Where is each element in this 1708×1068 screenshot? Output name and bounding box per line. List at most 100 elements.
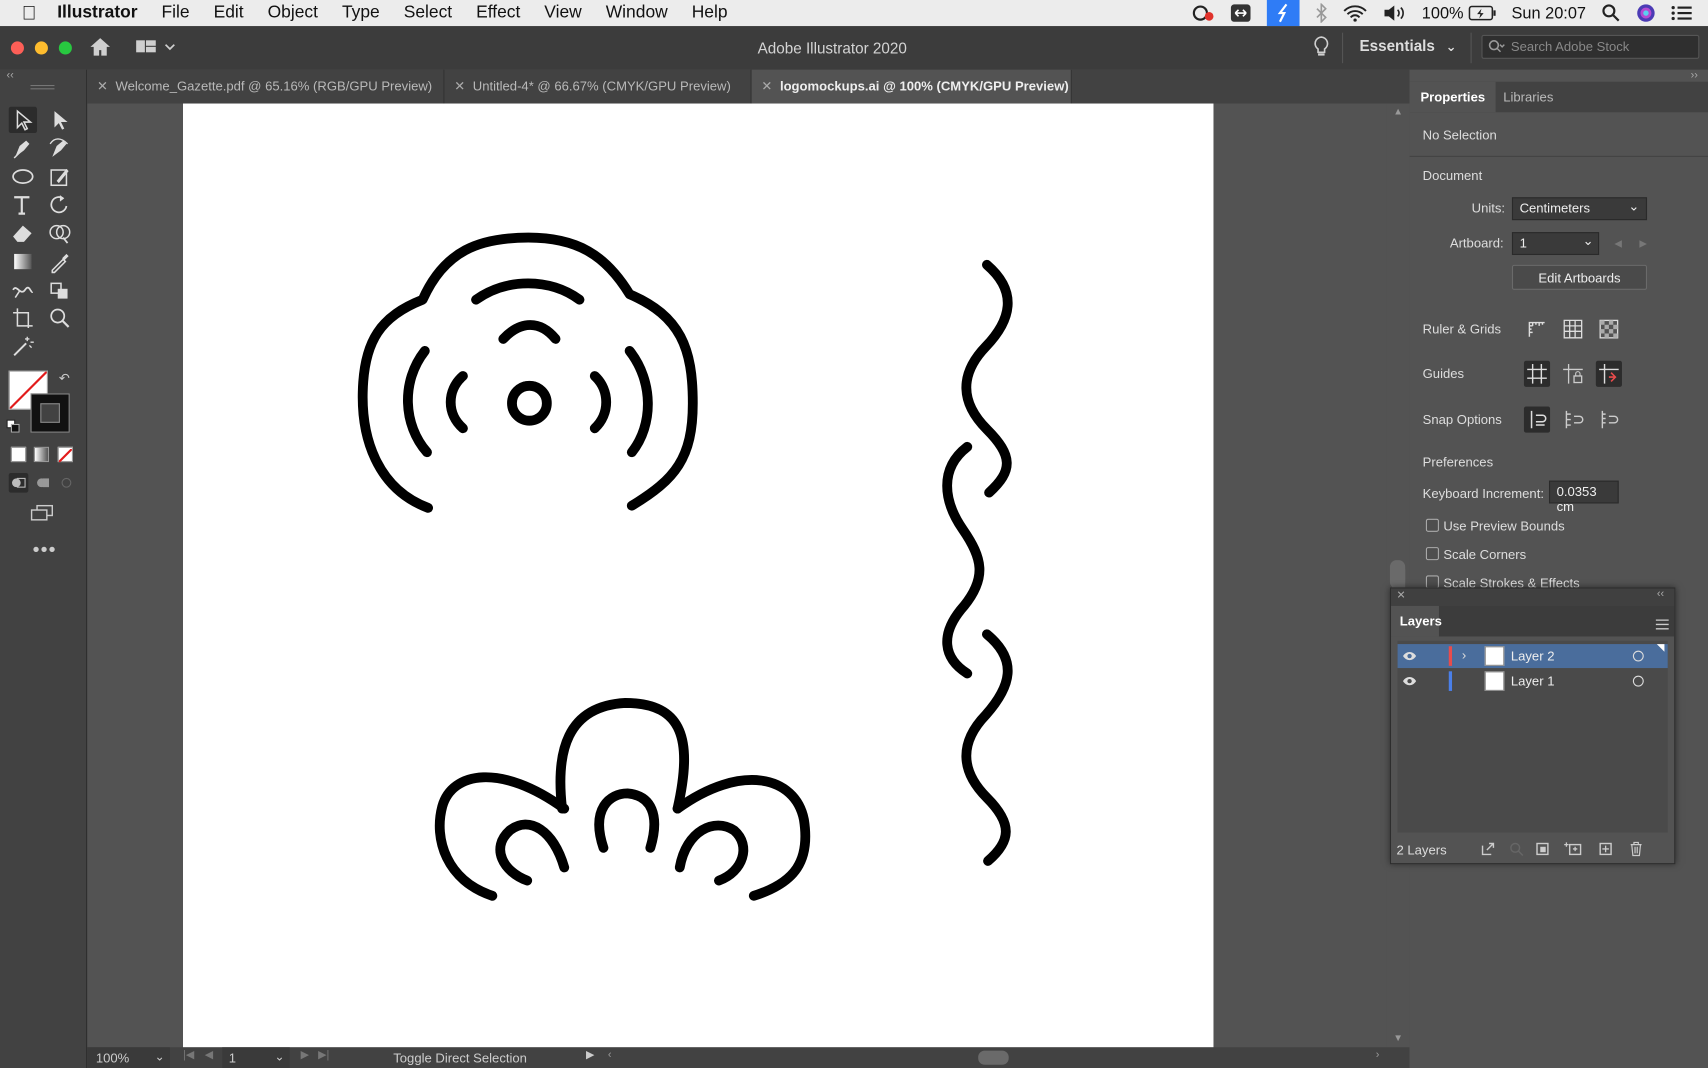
artboard-number-select[interactable]: 1 ⌄ (222, 1047, 290, 1068)
eyedropper-tool-icon[interactable] (46, 248, 74, 274)
close-tab-icon[interactable]: ✕ (454, 78, 465, 93)
edit-artboards-button[interactable]: Edit Artboards (1511, 264, 1648, 290)
previous-artboard-icon[interactable]: ◀ (1614, 238, 1622, 250)
more-tools-icon[interactable]: ••• (33, 538, 57, 561)
artboard-tool-icon[interactable] (9, 305, 37, 331)
menu-help[interactable]: Help (680, 0, 740, 26)
artboard-select[interactable]: 1 ⌄ (1511, 232, 1600, 256)
menu-select[interactable]: Select (392, 0, 464, 26)
menu-object[interactable]: Object (256, 0, 330, 26)
tab-logomockups[interactable]: ✕ logomockups.ai @ 100% (CMYK/GPU Previe… (751, 69, 1072, 104)
layer-name[interactable]: Layer 2 (1511, 648, 1555, 663)
workspace-switcher[interactable]: Essentials ⌄ (1359, 37, 1456, 54)
color-mode-icon[interactable] (10, 446, 27, 463)
horizontal-scroll-thumb[interactable] (978, 1050, 1009, 1065)
close-tab-icon[interactable]: ✕ (97, 78, 108, 93)
keyboard-increment-field[interactable]: 0.0353 cm (1548, 480, 1619, 514)
units-select[interactable]: Centimeters ⌄ (1511, 197, 1648, 221)
panel-menu-icon[interactable] (1655, 616, 1669, 636)
collapse-panel-icon[interactable]: ‹‹ (1657, 588, 1664, 600)
menu-file[interactable]: File (150, 0, 202, 26)
tab-properties[interactable]: Properties (1409, 81, 1497, 113)
scroll-left-icon[interactable]: ‹ (608, 1049, 612, 1061)
layer-row-layer-1[interactable]: Layer 1 (1398, 669, 1668, 693)
zoom-level-select[interactable]: 100% ⌄ (87, 1047, 170, 1068)
use-preview-bounds-checkbox[interactable] (1425, 518, 1439, 532)
bluetooth-icon[interactable] (1315, 3, 1328, 23)
wifi-icon[interactable] (1343, 4, 1367, 22)
close-panel-icon[interactable]: ✕ (1396, 590, 1405, 602)
direct-selection-tool-icon[interactable] (46, 107, 74, 133)
grid-icon[interactable] (1561, 317, 1585, 341)
curvature-tool-icon[interactable] (46, 135, 74, 161)
stroke-swatch[interactable] (30, 393, 70, 433)
shape-builder-tool-icon[interactable] (46, 220, 74, 246)
target-circle-icon[interactable] (1632, 650, 1644, 662)
tab-libraries[interactable]: Libraries (1492, 82, 1564, 113)
lightbulb-icon[interactable] (1313, 36, 1330, 63)
ellipse-tool-icon[interactable] (9, 163, 37, 189)
symbol-sprayer-tool-icon[interactable] (46, 277, 74, 303)
volume-icon[interactable] (1383, 4, 1407, 21)
battery-icon[interactable] (1468, 5, 1496, 21)
draw-behind-icon[interactable] (33, 473, 53, 493)
smart-guides-icon[interactable] (1595, 360, 1622, 387)
toolbar-grip[interactable] (30, 85, 55, 90)
layers-panel-header[interactable]: ✕ ‹‹ (1391, 588, 1675, 606)
warp-tool-icon[interactable] (9, 277, 37, 303)
delete-layer-icon[interactable] (1629, 841, 1644, 860)
snap-to-point-icon[interactable] (1523, 406, 1551, 433)
swap-fill-stroke-icon[interactable]: ↶ (59, 371, 70, 386)
new-sublayer-icon[interactable] (1563, 841, 1583, 860)
flux-icon[interactable] (1267, 0, 1300, 27)
gradient-mode-icon[interactable] (33, 446, 50, 463)
artwork[interactable] (183, 104, 1213, 1048)
scroll-up-icon[interactable]: ▲ (1393, 106, 1403, 117)
selection-tool-icon[interactable] (8, 106, 38, 133)
next-artboard-icon[interactable]: ▶ (1639, 238, 1647, 250)
zoom-tool-icon[interactable] (46, 305, 74, 331)
new-layer-icon[interactable] (1598, 841, 1613, 860)
previous-artboard-icon[interactable]: ◀ (205, 1049, 213, 1061)
collapse-panels-icon[interactable]: ›› (1691, 70, 1698, 82)
siri-icon[interactable] (1636, 3, 1656, 23)
export-icon[interactable] (1480, 841, 1495, 860)
draw-normal-icon[interactable] (8, 472, 29, 493)
eye-icon[interactable] (1402, 675, 1417, 691)
panel-scroll-thumb[interactable] (1389, 560, 1406, 589)
next-artboard-icon[interactable]: ▶ (301, 1049, 309, 1061)
magic-wand-tool-icon[interactable] (9, 333, 37, 359)
lock-guides-icon[interactable] (1561, 362, 1585, 386)
type-tool-icon[interactable] (9, 192, 37, 218)
first-artboard-icon[interactable]: |◀ (183, 1049, 194, 1061)
snap-to-pixel-icon[interactable] (1597, 408, 1621, 432)
scale-corners-checkbox[interactable] (1425, 547, 1439, 561)
spotlight-icon[interactable] (1601, 3, 1621, 23)
menu-app-name[interactable]: Illustrator (48, 0, 149, 26)
rulers-icon[interactable] (1525, 317, 1549, 341)
locate-object-icon[interactable] (1509, 841, 1524, 860)
pen-tool-icon[interactable] (9, 135, 37, 161)
screen-share-icon[interactable] (1230, 3, 1252, 23)
rotate-tool-icon[interactable] (46, 192, 74, 218)
clipping-mask-icon[interactable] (1535, 841, 1550, 860)
none-mode-icon[interactable] (57, 446, 73, 463)
creative-cloud-icon[interactable] (1191, 4, 1215, 21)
notification-center-icon[interactable] (1671, 4, 1693, 21)
expand-layer-icon[interactable]: › (1462, 647, 1466, 662)
menu-type[interactable]: Type (330, 0, 392, 26)
gradient-tool-icon[interactable] (9, 248, 37, 274)
scroll-right-icon[interactable]: › (1376, 1049, 1380, 1061)
collapse-toolbar-icon[interactable]: ‹‹ (7, 70, 14, 82)
clock[interactable]: Sun 20:07 (1512, 4, 1587, 23)
search-adobe-stock-input[interactable]: Search Adobe Stock (1481, 34, 1700, 59)
layer-name[interactable]: Layer 1 (1511, 673, 1555, 688)
transparency-grid-icon[interactable] (1597, 317, 1621, 341)
screen-mode-icon[interactable] (28, 503, 56, 523)
snap-to-grid-icon[interactable] (1561, 408, 1585, 432)
default-fill-stroke-icon[interactable] (6, 418, 20, 433)
artboard-canvas[interactable] (183, 103, 1214, 1048)
show-guides-icon[interactable] (1523, 360, 1551, 387)
apple-icon[interactable]:  (0, 0, 48, 26)
layer-row-layer-2[interactable]: › Layer 2 (1397, 644, 1668, 669)
